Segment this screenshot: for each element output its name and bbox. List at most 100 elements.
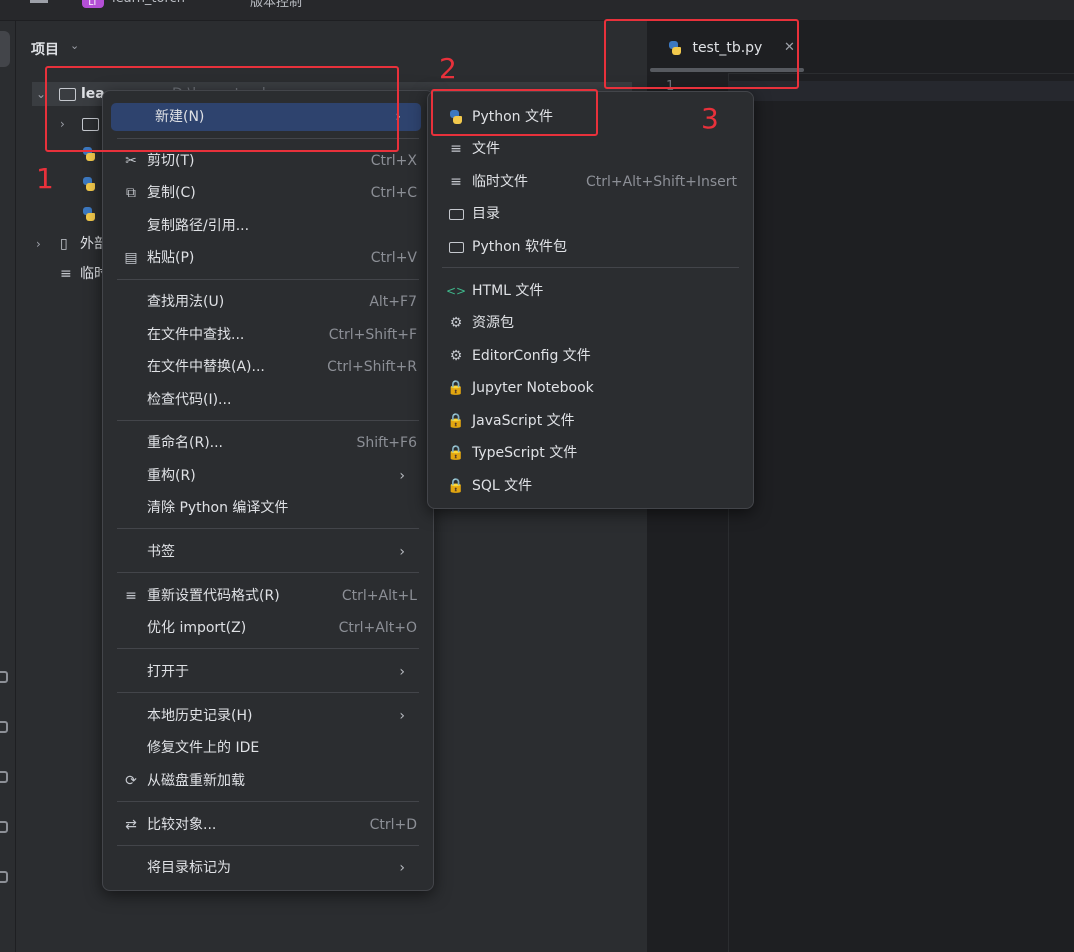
menu-shortcut: Ctrl+Shift+R <box>327 359 417 375</box>
project-tool-button[interactable] <box>0 31 10 67</box>
menu-label: 复制(C) <box>147 185 196 201</box>
chevron-right-icon: › <box>399 860 405 876</box>
submenu-item-sql[interactable]: 🔒 SQL 文件 <box>428 472 753 500</box>
submenu-item-jupyter[interactable]: 🔒 Jupyter Notebook <box>428 374 753 402</box>
menu-shortcut: Ctrl+Alt+L <box>341 588 417 604</box>
reload-icon: ⟳ <box>125 773 137 789</box>
menu-item-rename[interactable]: 重命名(R)... Shift+F6 <box>103 429 433 457</box>
annotation-number-3: 3 <box>701 102 719 135</box>
library-icon: ▯ <box>60 236 68 252</box>
menu-shortcut: Shift+F6 <box>356 435 417 451</box>
menu-item-inspect-code[interactable]: 检查代码(I)... <box>103 386 433 414</box>
menu-shortcut: Ctrl+Shift+F <box>328 327 417 343</box>
menu-label: 书签 <box>147 544 175 560</box>
chevron-down-icon[interactable]: ⌄ <box>70 39 79 52</box>
menu-item-copy[interactable]: ⧉ 复制(C) Ctrl+C <box>103 179 433 207</box>
menu-label: 重命名(R)... <box>147 435 224 451</box>
python-file-icon <box>82 177 96 191</box>
annotation-box-3 <box>604 19 799 89</box>
menu-label: 本地历史记录(H) <box>147 708 253 724</box>
menu-shortcut: Alt+F7 <box>369 294 417 310</box>
submenu-item-editorconfig[interactable]: ⚙ EditorConfig 文件 <box>428 342 753 370</box>
submenu-item-resource-bundle[interactable]: ⚙ 资源包 <box>428 309 753 337</box>
lock-icon: 🔒 <box>447 413 465 429</box>
tool-window-strip <box>0 21 16 952</box>
project-badge[interactable]: LT <box>82 0 104 8</box>
package-icon <box>446 233 466 261</box>
folder-icon <box>446 200 466 228</box>
menu-item-replace-in-files[interactable]: 在文件中替换(A)... Ctrl+Shift+R <box>103 353 433 381</box>
menu-label: 将目录标记为 <box>147 860 231 876</box>
menu-item-clean-python[interactable]: 清除 Python 编译文件 <box>103 494 433 522</box>
separator <box>117 420 419 421</box>
project-name[interactable]: learn_torch <box>112 0 185 6</box>
menu-item-mark-directory-as[interactable]: 将目录标记为 › <box>103 854 433 882</box>
submenu-item-html-file[interactable]: <> HTML 文件 <box>428 277 753 305</box>
separator <box>442 267 739 268</box>
menu-shortcut: Ctrl+C <box>370 185 417 201</box>
tool-icon[interactable] <box>0 771 8 783</box>
menu-label: EditorConfig 文件 <box>472 348 591 364</box>
main-menu-icon[interactable] <box>30 0 48 3</box>
menu-label: 资源包 <box>472 315 514 331</box>
menu-label: 重新设置代码格式(R) <box>147 588 280 604</box>
annotation-number-2: 2 <box>439 52 457 85</box>
submenu-item-file[interactable]: ≡ 文件 <box>428 135 753 163</box>
panel-title[interactable]: 项目 <box>31 39 59 59</box>
menu-item-reformat-code[interactable]: ≡ 重新设置代码格式(R) Ctrl+Alt+L <box>103 582 433 610</box>
menu-item-paste[interactable]: ▤ 粘贴(P) Ctrl+V <box>103 244 433 272</box>
annotation-box-1 <box>45 66 399 152</box>
compare-icon: ⇄ <box>125 817 137 833</box>
submenu-item-directory[interactable]: 目录 <box>428 200 753 228</box>
menu-label: JavaScript 文件 <box>472 413 575 429</box>
menu-shortcut: Ctrl+Alt+Shift+Insert <box>585 174 737 190</box>
menu-label: 目录 <box>472 206 500 222</box>
vcs-widget[interactable]: 版本控制 <box>250 0 302 10</box>
tool-icon[interactable] <box>0 871 8 883</box>
menu-label: 粘贴(P) <box>147 250 195 266</box>
menu-item-copy-path[interactable]: 复制路径/引用... <box>103 212 433 240</box>
scratch-icon: ≡ <box>60 266 72 282</box>
menu-label: Python 软件包 <box>472 239 567 255</box>
menu-item-bookmarks[interactable]: 书签 › <box>103 538 433 566</box>
separator <box>117 279 419 280</box>
menu-label: 检查代码(I)... <box>147 392 232 408</box>
menu-item-find-usages[interactable]: 查找用法(U) Alt+F7 <box>103 288 433 316</box>
menu-item-optimize-imports[interactable]: 优化 import(Z) Ctrl+Alt+O <box>103 614 433 642</box>
submenu-item-typescript[interactable]: 🔒 TypeScript 文件 <box>428 439 753 467</box>
menu-shortcut: Ctrl+D <box>369 817 417 833</box>
menu-label: 从磁盘重新加载 <box>147 773 245 789</box>
menu-label: 优化 import(Z) <box>147 620 247 636</box>
chevron-right-icon: › <box>399 468 405 484</box>
submenu-item-scratch-file[interactable]: ≡ 临时文件 Ctrl+Alt+Shift+Insert <box>428 168 753 196</box>
chevron-right-icon[interactable]: › <box>36 232 41 256</box>
gear-icon: ⚙ <box>449 348 463 364</box>
menu-item-find-in-files[interactable]: 在文件中查找... Ctrl+Shift+F <box>103 321 433 349</box>
menu-label: 临时文件 <box>472 174 528 190</box>
separator <box>117 692 419 693</box>
tool-icon[interactable] <box>0 671 8 683</box>
menu-label: 文件 <box>472 141 500 157</box>
tool-icon[interactable] <box>0 721 8 733</box>
separator <box>117 528 419 529</box>
menu-item-refactor[interactable]: 重构(R) › <box>103 462 433 490</box>
copy-icon: ⧉ <box>126 185 136 201</box>
menu-item-open-in[interactable]: 打开于 › <box>103 658 433 686</box>
menu-label: 比较对象... <box>147 817 217 833</box>
clipboard-icon: ▤ <box>124 250 138 266</box>
html-icon: <> <box>446 284 467 298</box>
menu-label: 重构(R) <box>147 468 196 484</box>
menu-label: 在文件中替换(A)... <box>147 359 265 375</box>
separator <box>117 572 419 573</box>
chevron-right-icon: › <box>399 708 405 724</box>
menu-item-reload-from-disk[interactable]: ⟳ 从磁盘重新加载 <box>103 767 433 795</box>
submenu-item-python-package[interactable]: Python 软件包 <box>428 233 753 261</box>
new-submenu: Python 文件 ≡ 文件 ≡ 临时文件 Ctrl+Alt+Shift+Ins… <box>427 91 754 509</box>
menu-label: Jupyter Notebook <box>472 380 594 396</box>
submenu-item-javascript[interactable]: 🔒 JavaScript 文件 <box>428 407 753 435</box>
menu-item-repair-ide[interactable]: 修复文件上的 IDE <box>103 734 433 762</box>
tool-icon[interactable] <box>0 821 8 833</box>
menu-item-compare-with[interactable]: ⇄ 比较对象... Ctrl+D <box>103 811 433 839</box>
menu-item-local-history[interactable]: 本地历史记录(H) › <box>103 702 433 730</box>
scratch-file-icon: ≡ <box>450 174 462 190</box>
